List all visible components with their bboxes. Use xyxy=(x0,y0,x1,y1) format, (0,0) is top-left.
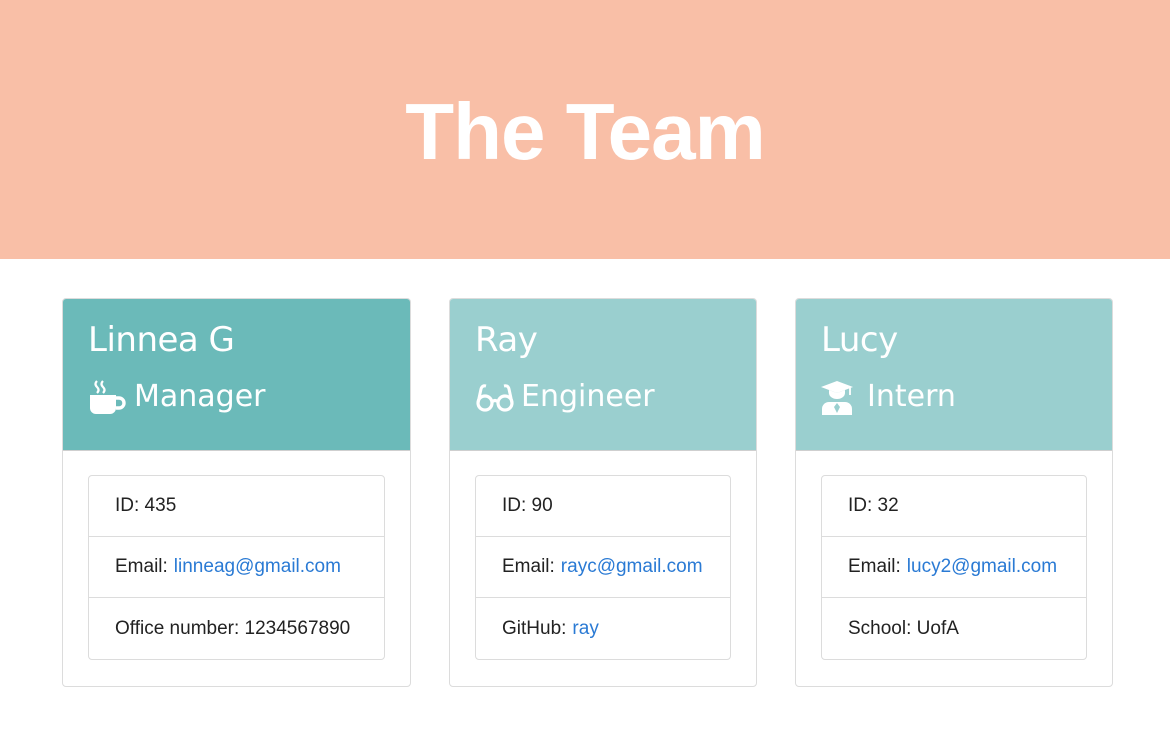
email-label: Email: xyxy=(848,556,901,577)
list-item-school: School: UofA xyxy=(822,598,1086,659)
email-label: Email: xyxy=(115,556,168,577)
coffee-mug-icon xyxy=(88,379,128,415)
office-number-text: Office number: 1234567890 xyxy=(115,617,351,639)
id-text: ID: 90 xyxy=(502,495,553,516)
employee-name: Lucy xyxy=(821,320,898,360)
list-item-email: Email: rayc@gmail.com xyxy=(476,537,730,598)
card-header: Linnea G Manager xyxy=(63,299,410,451)
graduate-icon xyxy=(821,379,861,415)
info-list: ID: 32 Email: lucy2@gmail.com School: Uo… xyxy=(821,475,1087,660)
list-item-email: Email: lucy2@gmail.com xyxy=(822,537,1086,598)
list-item-email: Email: linneag@gmail.com xyxy=(89,537,384,598)
role-label: Engineer xyxy=(521,379,655,414)
email-link[interactable]: lucy2@gmail.com xyxy=(907,556,1057,578)
hero-banner: The Team xyxy=(0,0,1170,259)
employee-role: Intern xyxy=(821,377,1087,417)
employee-role: Manager xyxy=(88,377,385,417)
list-item-office-number: Office number: 1234567890 xyxy=(89,598,384,659)
info-list: ID: 435 Email: linneag@gmail.com Office … xyxy=(88,475,385,660)
employee-card-engineer: Ray Engineer ID: 90 Email: rayc@gmail.co… xyxy=(449,298,757,687)
id-text: ID: 32 xyxy=(848,495,899,516)
id-text: ID: 435 xyxy=(115,495,177,516)
list-item-id: ID: 435 xyxy=(89,476,384,537)
role-label: Intern xyxy=(867,379,956,414)
card-header: Ray Engineer xyxy=(450,299,756,451)
list-item-github: GitHub: ray xyxy=(476,598,730,659)
github-label: GitHub: xyxy=(502,617,567,639)
email-link[interactable]: linneag@gmail.com xyxy=(174,556,341,578)
school-text: School: UofA xyxy=(848,617,959,639)
employee-name: Ray xyxy=(475,320,538,360)
role-label: Manager xyxy=(134,379,266,414)
page-title: The Team xyxy=(405,86,765,176)
list-item-id: ID: 32 xyxy=(822,476,1086,537)
employee-name: Linnea G xyxy=(88,320,235,360)
github-link[interactable]: ray xyxy=(572,618,598,640)
employee-role: Engineer xyxy=(475,377,731,417)
glasses-icon xyxy=(475,379,515,415)
employee-card-manager: Linnea G Manager ID: 435 Email: linneag@… xyxy=(62,298,411,687)
list-item-id: ID: 90 xyxy=(476,476,730,537)
email-label: Email: xyxy=(502,556,555,577)
employee-card-intern: Lucy Intern ID: 32 Email: lucy2@gmail.co… xyxy=(795,298,1113,687)
email-link[interactable]: rayc@gmail.com xyxy=(561,556,703,578)
card-header: Lucy Intern xyxy=(796,299,1112,451)
info-list: ID: 90 Email: rayc@gmail.com GitHub: ray xyxy=(475,475,731,660)
